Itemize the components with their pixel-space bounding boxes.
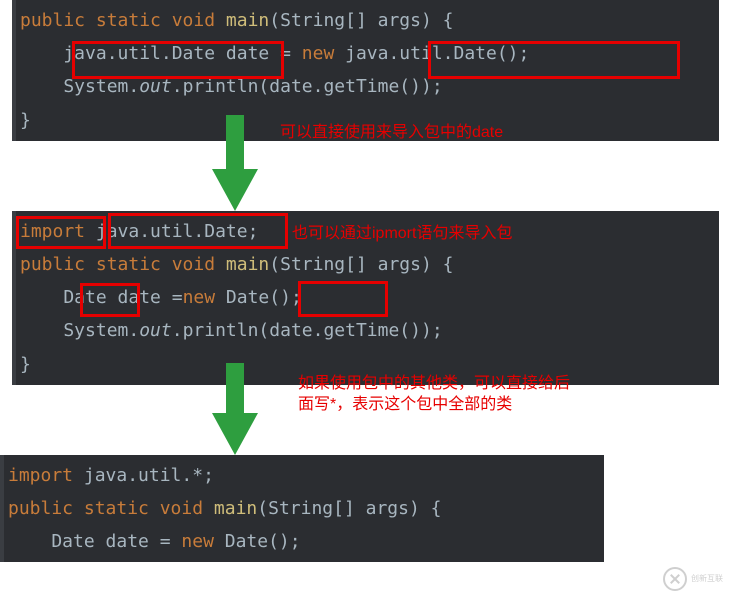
watermark-logo: 创新互联 [663,565,723,593]
code-area-3: import java.util.*; public static void m… [0,455,604,563]
arrow-icon [212,115,258,211]
arrow-down-1 [12,141,731,211]
arrow-down-2: 如果使用包中的其他类，可以直接给后面写*，表示这个包中全部的类 [12,385,731,455]
highlight-box [428,41,680,79]
annotation-text: 可以直接使用来导入包中的date [280,118,503,142]
highlight-box [108,213,288,249]
code-block-2: import java.util.Date; public static voi… [0,211,731,385]
code-block-3: import java.util.*; public static void m… [0,455,731,563]
gutter [0,455,4,563]
highlight-box [298,281,388,317]
code-line: import java.util.*; [0,459,280,492]
highlight-box [16,216,106,249]
annotation-text: 也可以通过ipmort语句来导入包 [292,219,512,243]
code-block-1: public static void main(String[] args) {… [0,0,731,141]
logo-icon [663,567,687,591]
arrow-icon [212,363,258,455]
code-line: public static void main(String[] args) { [12,248,719,281]
code-line: Date date = new Date(); [0,525,604,558]
code-line: public static void main(String[] args) { [12,4,719,37]
highlight-box [72,41,284,79]
watermark-text: 创新互联 [691,575,723,583]
highlight-box [80,283,140,317]
gutter [12,0,16,141]
annotation-text: 如果使用包中的其他类，可以直接给后面写*，表示这个包中全部的类 [298,373,578,416]
code-line: public static void main(String[] args) { [0,492,604,525]
code-line: System.out.println(date.getTime()); [12,314,719,347]
